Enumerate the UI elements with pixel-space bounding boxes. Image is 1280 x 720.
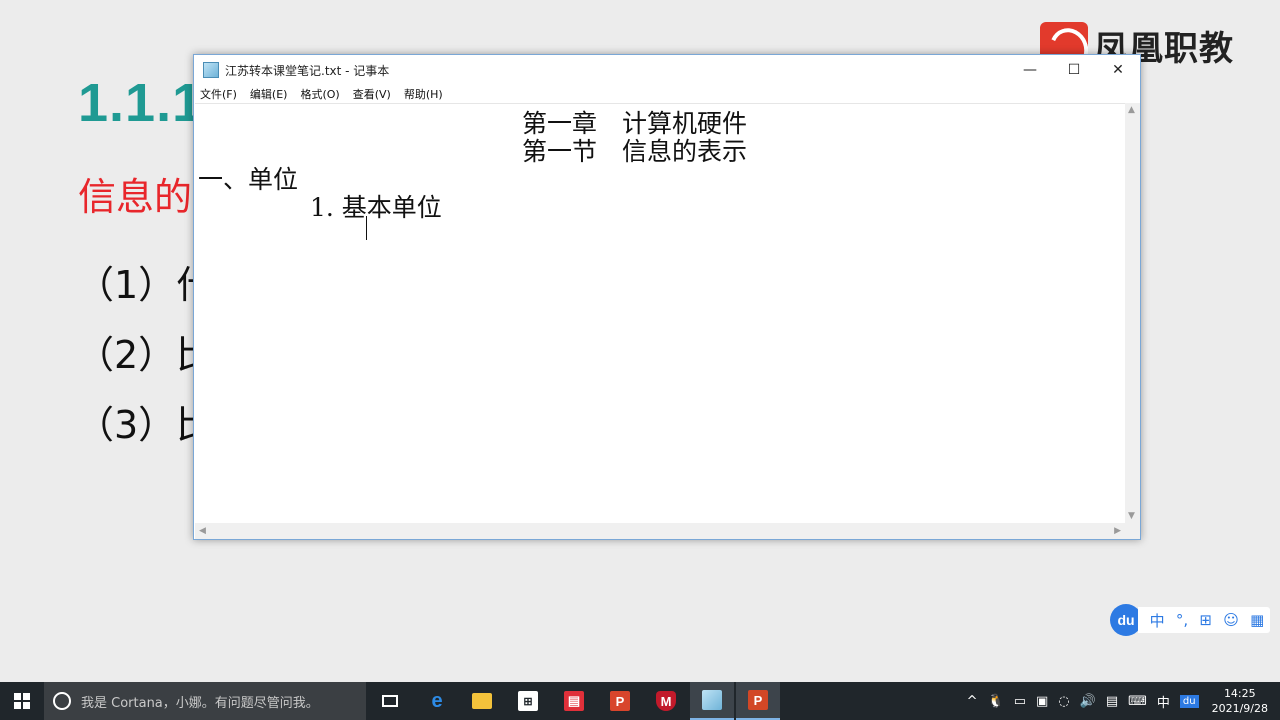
minimize-button[interactable]: — — [1008, 55, 1052, 85]
taskbar-store[interactable]: ⊞ — [506, 682, 550, 720]
volume-icon[interactable]: 🔊 — [1080, 694, 1096, 709]
qq-icon[interactable]: 🐧 — [988, 694, 1004, 709]
red-book-icon: ▤ — [564, 691, 584, 711]
taskbar-file-explorer[interactable] — [460, 682, 504, 720]
mcafee-shield-icon: M — [656, 691, 676, 711]
taskbar-edge[interactable]: e — [415, 682, 459, 720]
powerpoint-icon: P — [748, 690, 768, 710]
ime-chinese-mode[interactable]: 中 — [1150, 610, 1165, 631]
system-tray: ^ 🐧 ▭ ▣ ◌ 🔊 ▤ ⌨ 中 du 14:25 2021/9/28 — [962, 682, 1280, 720]
store-icon: ⊞ — [518, 691, 538, 711]
scrollbar-corner — [1125, 523, 1140, 539]
window-title: 江苏转本课堂笔记.txt - 记事本 — [225, 63, 390, 78]
scroll-up-icon[interactable]: ▲ — [1128, 105, 1135, 115]
vertical-scrollbar[interactable]: ▲ ▼ — [1125, 103, 1140, 523]
taskbar-reader-app[interactable]: ▤ — [552, 682, 596, 720]
text-caret — [366, 216, 367, 240]
taskbar-mcafee[interactable]: M — [644, 682, 688, 720]
windows-logo-icon — [14, 693, 30, 709]
title-bar[interactable]: 江苏转本课堂笔记.txt - 记事本 — ☐ ✕ — [194, 55, 1140, 85]
ime-grid-icon[interactable]: ▦ — [1250, 611, 1264, 629]
slide-title: 1.1.1 — [78, 73, 204, 133]
keyboard-icon[interactable]: ⌨ — [1128, 694, 1147, 709]
maximize-button[interactable]: ☐ — [1052, 55, 1096, 85]
ime-toolbar: du 中 °, ⊞ ☺ ▦ — [1110, 604, 1270, 636]
search-placeholder: 我是 Cortana，小娜。有问题尽管问我。 — [81, 695, 319, 711]
cortana-icon — [53, 692, 71, 710]
task-view-button[interactable] — [368, 682, 412, 720]
folder-icon — [472, 693, 492, 709]
edge-icon: e — [431, 689, 443, 712]
taskbar-notepad[interactable] — [690, 682, 734, 720]
taskbar-powerpoint[interactable]: P — [736, 682, 780, 720]
menu-view[interactable]: 查看(V) — [353, 86, 391, 102]
menu-edit[interactable]: 编辑(E) — [250, 86, 288, 102]
red-app-icon: P — [610, 691, 630, 711]
start-button[interactable] — [0, 682, 44, 720]
ime-punctuation-icon[interactable]: °, — [1176, 611, 1188, 629]
close-button[interactable]: ✕ — [1096, 55, 1140, 85]
menu-bar: 文件(F) 编辑(E) 格式(O) 查看(V) 帮助(H) — [194, 85, 1140, 103]
clock[interactable]: 14:25 2021/9/28 — [1212, 686, 1268, 716]
text-line-heading: 一、单位 — [198, 165, 299, 194]
slide-subtitle: 信息的 — [78, 175, 193, 219]
ime-user-icon[interactable]: ☺ — [1223, 611, 1239, 629]
network-icon[interactable]: ▣ — [1036, 694, 1048, 709]
text-line-section: 第一节 信息的表示 — [522, 137, 748, 166]
text-line-subheading: 1. 基本单位 — [310, 193, 442, 222]
ime-toolbox-icon[interactable]: ⊞ — [1199, 611, 1212, 629]
taskbar-red-app[interactable]: P — [598, 682, 642, 720]
menu-help[interactable]: 帮助(H) — [404, 86, 443, 102]
baidu-tray-icon[interactable]: du — [1179, 694, 1199, 708]
notepad-icon — [203, 62, 219, 78]
notepad-window: 江苏转本课堂笔记.txt - 记事本 — ☐ ✕ 文件(F) 编辑(E) 格式(… — [193, 54, 1141, 540]
input-language[interactable]: 中 — [1157, 692, 1170, 711]
task-view-icon — [382, 695, 398, 707]
horizontal-scrollbar[interactable]: ◀ ▶ — [195, 523, 1125, 539]
scroll-left-icon[interactable]: ◀ — [199, 526, 206, 536]
scroll-down-icon[interactable]: ▼ — [1128, 511, 1135, 521]
wechat-icon[interactable]: ◌ — [1058, 694, 1069, 709]
cortana-search-box[interactable]: 我是 Cortana，小娜。有问题尽管问我。 — [44, 682, 366, 720]
tray-overflow-icon[interactable]: ^ — [967, 694, 978, 709]
notepad-taskbar-icon — [702, 690, 722, 710]
scroll-right-icon[interactable]: ▶ — [1114, 526, 1121, 536]
clock-time: 14:25 — [1223, 687, 1256, 700]
battery-icon[interactable]: ▭ — [1014, 694, 1026, 709]
notification-icon[interactable]: ▤ — [1106, 694, 1118, 709]
menu-file[interactable]: 文件(F) — [200, 86, 237, 102]
text-editor[interactable]: 第一章 计算机硬件 第一节 信息的表示 一、单位 1. 基本单位 — [195, 103, 1125, 523]
menu-format[interactable]: 格式(O) — [300, 86, 339, 102]
clock-date: 2021/9/28 — [1211, 702, 1268, 715]
taskbar: 我是 Cortana，小娜。有问题尽管问我。 e ⊞ ▤ P M P ^ 🐧 ▭… — [0, 682, 1280, 720]
